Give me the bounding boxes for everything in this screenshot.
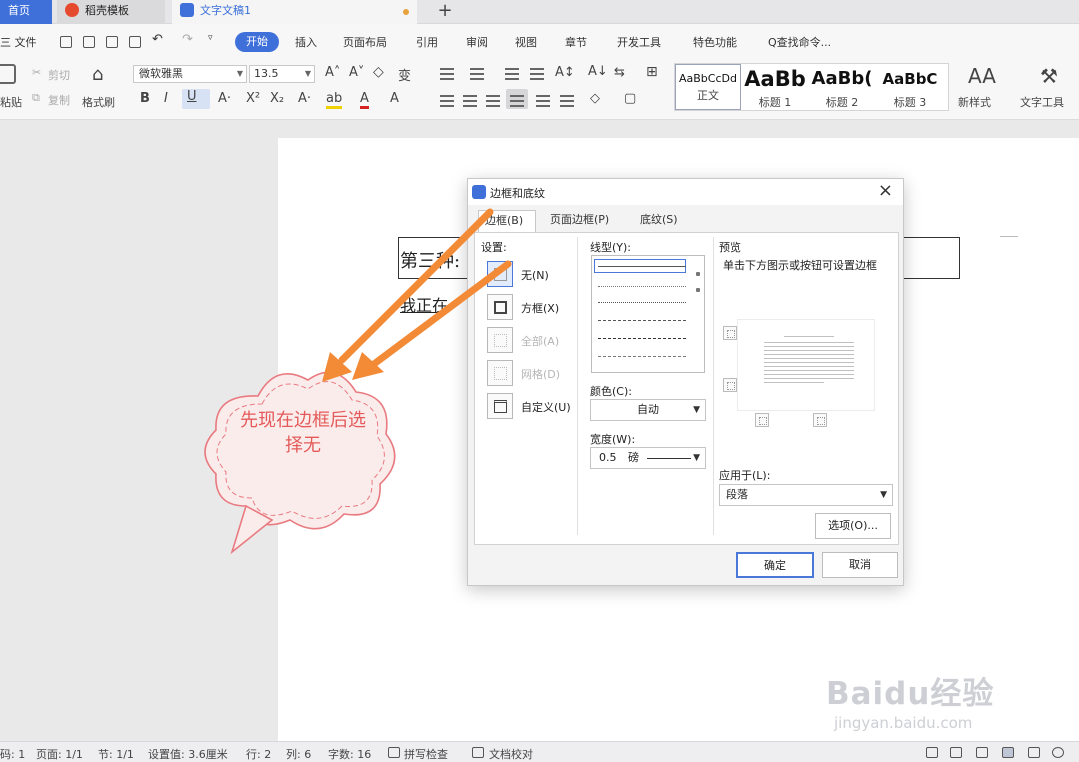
status-page: 页面: 1/1 xyxy=(36,748,83,761)
read-mode-icon[interactable] xyxy=(950,747,962,758)
web-view-icon[interactable] xyxy=(1052,747,1064,758)
watermark-url: jingyan.baidu.com xyxy=(834,714,973,732)
status-col: 列: 6 xyxy=(286,748,312,761)
status-words[interactable]: 字数: 16 xyxy=(328,746,371,762)
status-bar: 码: 1 页面: 1/1 节: 1/1 设置值: 3.6厘米 行: 2 列: 6… xyxy=(0,741,1079,762)
status-page-num: 码: 1 xyxy=(0,748,26,761)
fullscreen-icon[interactable] xyxy=(926,747,938,758)
status-setting: 设置值: 3.6厘米 xyxy=(148,748,228,761)
status-row: 行: 2 xyxy=(246,748,272,761)
arrow-to-border-tab xyxy=(338,208,494,364)
spellcheck-button[interactable]: 拼写检查 xyxy=(404,746,448,762)
arrow-to-none-setting xyxy=(370,260,512,368)
spellcheck-icon[interactable] xyxy=(388,747,400,758)
pen-icon[interactable] xyxy=(976,747,988,758)
annotation-arrows xyxy=(322,208,512,382)
proofread-icon[interactable] xyxy=(472,747,484,758)
proofread-button[interactable]: 文档校对 xyxy=(489,746,533,762)
status-section: 节: 1/1 xyxy=(98,748,134,761)
outline-view-icon[interactable] xyxy=(1028,747,1040,758)
page-view-icon[interactable] xyxy=(1002,747,1014,758)
watermark-brand: Baidu经验 xyxy=(826,676,995,712)
